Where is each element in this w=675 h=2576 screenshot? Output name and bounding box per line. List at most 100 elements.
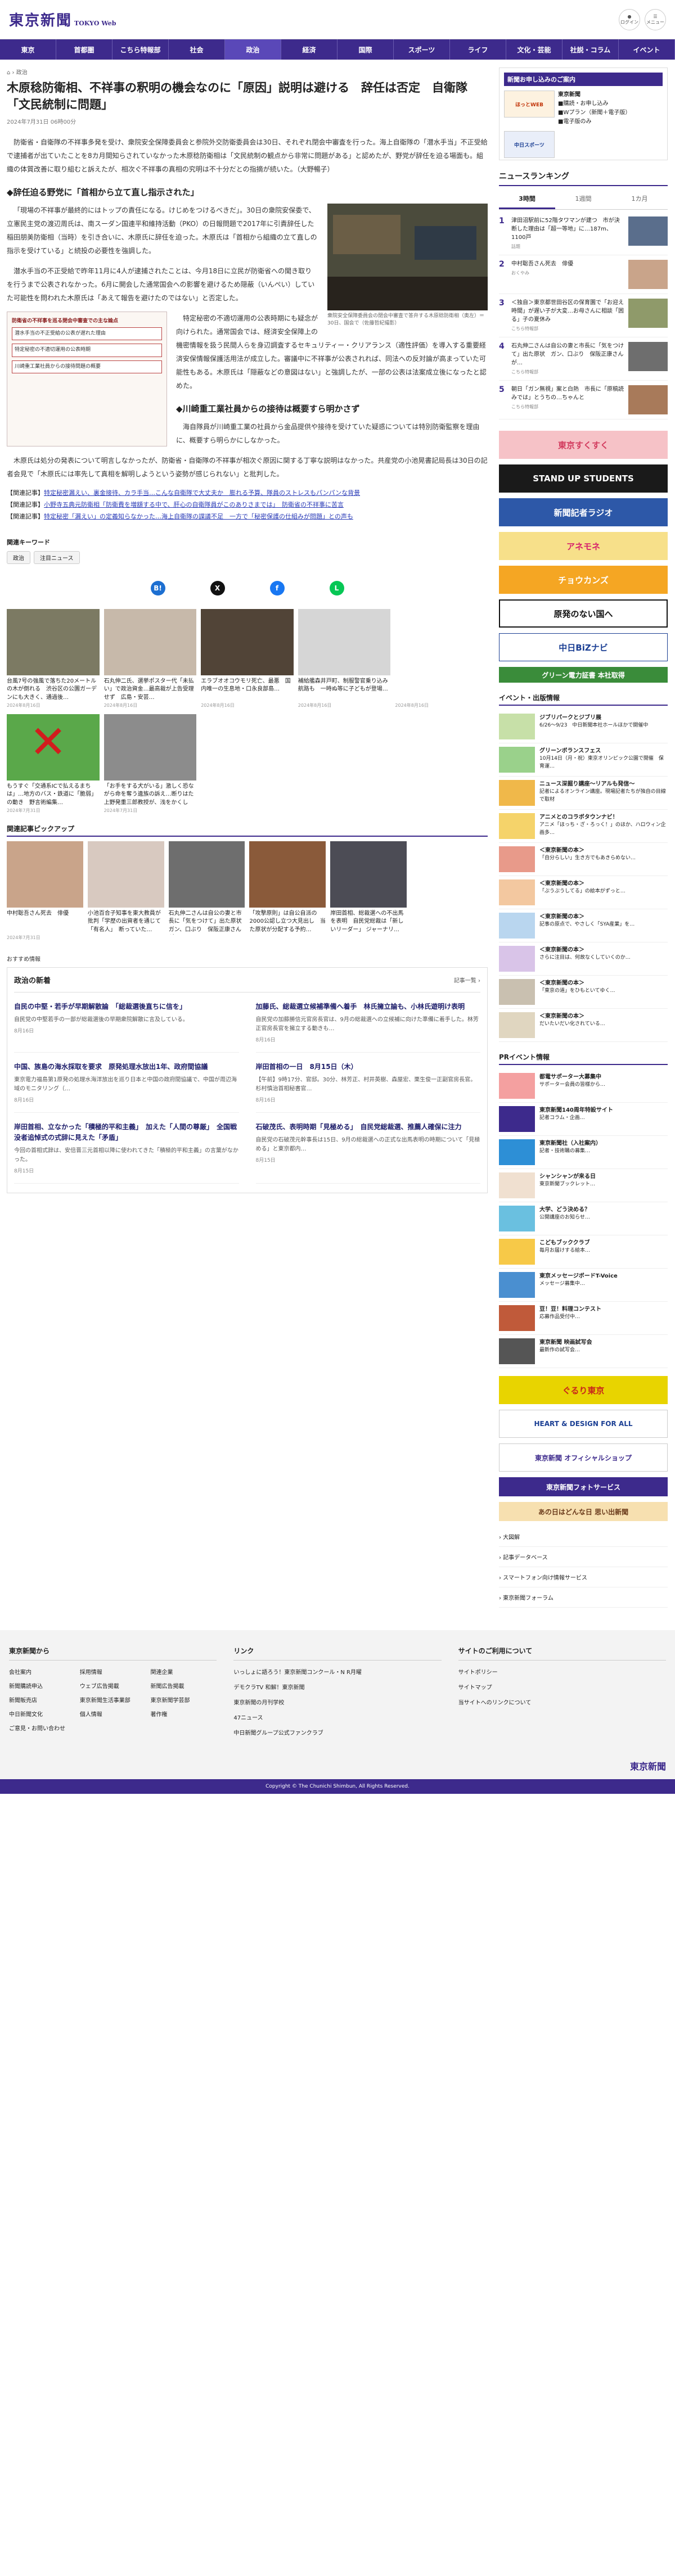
- footer-link[interactable]: 新聞販売店: [9, 1695, 75, 1704]
- recommend-card[interactable]: 台風7号の強風で落ちた20メートルの木が倒れる 渋谷区の公園ガーデンにも大きく、…: [7, 608, 100, 709]
- related-link[interactable]: 特定秘密漏えい、裏金接待、カラ手当…こんな自衛隊で大丈夫か 膨れる予算、隊員のス…: [44, 489, 360, 497]
- footer-link[interactable]: 東京新聞の月刊学校: [233, 1698, 441, 1706]
- nav-item-life[interactable]: ライフ: [450, 39, 506, 60]
- x-icon[interactable]: X: [210, 580, 225, 595]
- news-item[interactable]: 岸田首相、立なかった「積極的平和主義」 加えた「人間の尊厳」 全国戦没者追悼式の…: [14, 1113, 239, 1184]
- ranking-item[interactable]: 3 ＜独自＞東京都世田谷区の保育園で「お迎え時間」が遅い子が大変…お母さんに相談「…: [499, 294, 668, 337]
- pickup-card[interactable]: 中村聡吾さん死去 俳優 2024年7月31日: [7, 841, 83, 941]
- footer-link[interactable]: 関連企業: [151, 1667, 217, 1676]
- footer-link[interactable]: 当サイトへのリンクについて: [458, 1698, 666, 1706]
- event-item[interactable]: ニュース深掘り講座〜リアルも発信〜 記者によるオンライン講座。現場記者たちが独自の…: [499, 777, 668, 810]
- hatena-icon[interactable]: B!: [150, 580, 165, 595]
- pr-item[interactable]: 都電サポーター大募集中 サポーター会員の皆様から…: [499, 1070, 668, 1103]
- event-item[interactable]: アニメとのコラボタウンナビ！ アニメ「ほっち・ざ・ろっく！」のほか、ハロウィン企画…: [499, 810, 668, 843]
- keyword-tag[interactable]: 注目ニュース: [34, 551, 80, 564]
- footer-link[interactable]: サイトポリシー: [458, 1667, 666, 1676]
- banner-standup[interactable]: STAND UP STUDENTS: [499, 464, 668, 493]
- ranking-item[interactable]: 1 津田沼駅前に52階タワマンが建つ 市が決断した理由は「超一等地」に…187m、…: [499, 212, 668, 255]
- nav-item-politics[interactable]: 政治: [225, 39, 281, 60]
- nav-item-event[interactable]: イベント: [619, 39, 675, 60]
- news-item[interactable]: 岸田首相の一日 8月15日（木） 【午前】9時17分、官邸。30分、林芳正、村井英…: [255, 1053, 480, 1113]
- news-more-link[interactable]: 記事一覧 ›: [454, 976, 480, 984]
- nav-item-tokyo[interactable]: 東京: [0, 39, 56, 60]
- tab-1m[interactable]: 1カ月: [611, 190, 668, 209]
- banner-radio[interactable]: 新聞記者ラジオ: [499, 498, 668, 526]
- banner-heart-design[interactable]: HEART & DESIGN FOR ALL: [499, 1410, 668, 1438]
- pickup-card[interactable]: 石丸伸二さんは自公の妻と市長に「気をつけて」出た原状 ガン、口ぶり 保阪正康さん…: [168, 841, 245, 941]
- recommend-card[interactable]: エラブオオコウモリ死亡、最悪 国内唯一の生息地・口永良部島… 2024年8月16日: [201, 608, 294, 709]
- user-icon[interactable]: ● ログイン: [619, 8, 640, 30]
- footer-link[interactable]: ご意見・お問い合わせ: [9, 1724, 75, 1732]
- side-link[interactable]: › 大図解: [499, 1527, 668, 1547]
- footer-link[interactable]: 東京新聞生活事業部: [80, 1695, 146, 1704]
- side-link[interactable]: › スマートフォン向け情報サービス: [499, 1567, 668, 1587]
- ranking-item[interactable]: 2 中村聡吾さん死去 俳優 おくやみ: [499, 255, 668, 294]
- footer-link[interactable]: 採用情報: [80, 1667, 146, 1676]
- footer-link[interactable]: 個人情報: [80, 1709, 146, 1718]
- article-photo[interactable]: 衆院安全保障委員会の閉会中審査で答弁する木原稔防衛相（奥左）＝30日、国会で（佐…: [327, 203, 488, 328]
- banner-green[interactable]: グリーン電力証書 本社取得: [499, 667, 668, 683]
- footer-link[interactable]: ウェブ広告掲載: [80, 1681, 146, 1690]
- recommend-card[interactable]: 石丸伸二氏、選挙ポスター代「未払い」で政治資金…最高裁が上告受理せず 広島・安芸…: [104, 608, 197, 709]
- banner-shop[interactable]: 東京新聞 オフィシャルショップ: [499, 1443, 668, 1472]
- footer-link[interactable]: いっしょに語ろう！東京新聞コンクール・N R月曜: [233, 1667, 441, 1676]
- banner-anemone[interactable]: アネモネ: [499, 532, 668, 560]
- event-item[interactable]: ＜東京新聞の本＞ 「東京の道」をひもといてゆく…: [499, 976, 668, 1009]
- tab-3h[interactable]: 3時間: [499, 190, 555, 209]
- nav-item-economy[interactable]: 経済: [281, 39, 338, 60]
- tab-1w[interactable]: 1週間: [555, 190, 611, 209]
- pr-item[interactable]: 東京新聞社（入社案内） 記者・技術職の募集…: [499, 1136, 668, 1169]
- event-item[interactable]: ＜東京新聞の本＞ 「ぷうぷうしてる」の絵本がずっと…: [499, 876, 668, 909]
- side-link[interactable]: › 記事データベース: [499, 1547, 668, 1567]
- nav-item-shutoken[interactable]: 首都圏: [56, 39, 112, 60]
- event-item[interactable]: グリーンボランスフェス 10月14日（月・祝）東京オリンピック公園で開催 保育運…: [499, 743, 668, 777]
- subscribe-banner[interactable]: 新聞お申し込みのご案内 ほっとWEB 東京新聞 ■購読・お申し込み ■Wプラン（新聞…: [499, 67, 668, 160]
- banner-photo[interactable]: 東京新聞フォトサービス: [499, 1477, 668, 1496]
- footer-link[interactable]: 新聞購読申込: [9, 1681, 75, 1690]
- banner-gururi[interactable]: ぐるり東京: [499, 1376, 668, 1404]
- recommend-card[interactable]: 補給艦森井戸町、制服警官乗り込み航路も 一時ぬ等に子どもが登場… 2024年8月1…: [298, 608, 391, 709]
- pr-item[interactable]: シャンシャンが来る日 東京新聞ブックレット…: [499, 1169, 668, 1202]
- event-item[interactable]: ＜東京新聞の本＞ 記事の原点で、やさしく「SYA産業」を…: [499, 909, 668, 942]
- side-link[interactable]: › 東京新聞フォーラム: [499, 1587, 668, 1608]
- pr-item[interactable]: 東京新聞 映画試写会 最新作の試写会…: [499, 1335, 668, 1368]
- nav-item-culture[interactable]: 文化・芸能: [506, 39, 562, 60]
- nav-item-sports[interactable]: スポーツ: [394, 39, 450, 60]
- pr-item[interactable]: 東京メッセージボードT-Voice メッセージ募集中…: [499, 1269, 668, 1302]
- nav-item-society[interactable]: 社会: [169, 39, 225, 60]
- site-logo[interactable]: 東京新聞 TOKYO Web: [9, 9, 116, 30]
- footer-link[interactable]: 著作権: [151, 1709, 217, 1718]
- nav-item-editorial[interactable]: 社説・コラム: [562, 39, 619, 60]
- footer-link[interactable]: 中日新聞グループ公式ファンクラブ: [233, 1728, 441, 1736]
- pr-item[interactable]: 大学、どう決める？ 公開講座のお知らせ…: [499, 1202, 668, 1235]
- breadcrumb[interactable]: ⌂ › 政治: [7, 67, 488, 76]
- footer-link[interactable]: サイトマップ: [458, 1682, 666, 1691]
- footer-link[interactable]: 会社案内: [9, 1667, 75, 1676]
- article-diagram[interactable]: 防衛省の不祥事を巡る閉会中審査での主な論点 潜水手当の不正受給の公表が遅れた理由…: [7, 311, 167, 446]
- banner-omoide[interactable]: あの日はどんな日 思い出新聞: [499, 1502, 668, 1521]
- ranking-item[interactable]: 4 石丸伸二さんは自公の妻と市長に「気をつけて」出た原状 ガン、口ぶり 保阪正康さ…: [499, 337, 668, 381]
- keyword-tag[interactable]: 政治: [7, 551, 30, 564]
- related-link[interactable]: 小野寺五典元防衛相「防衛費を増額する中で、肝心の自衛隊員がこのありさまでは」 防…: [44, 501, 344, 508]
- footer-link[interactable]: 東京新聞学芸部: [151, 1695, 217, 1704]
- pr-item[interactable]: 東京新聞140周年特設サイト 記者コラム・企画…: [499, 1103, 668, 1136]
- pickup-card[interactable]: 「攻撃原則」は自公自派の2000公認し立つ大見出し 当た原状が分配する予約…: [249, 841, 326, 941]
- recommend-card[interactable]: 「お手をする犬がいる」激しく恐ながら命を奪う遺族の訴え…断りはた上野発重三郎教授…: [104, 714, 197, 814]
- news-item[interactable]: 中国、族島の海水採取を要求 原発処理水放出1年、政府間協議 東京電力福島第1原発の…: [14, 1053, 239, 1113]
- event-item[interactable]: ジブリパークとジブリ展 6/26〜9/23 中日新聞本社ホールほかで開催中: [499, 710, 668, 743]
- facebook-icon[interactable]: f: [269, 580, 285, 595]
- ranking-item[interactable]: 5 朝日「ガン無視」案と白熱 市長に「原稿読みでは」とうちの…ちゃんと こちら特報部: [499, 381, 668, 419]
- banner-biznavi[interactable]: 中日BiZナビ: [499, 633, 668, 661]
- news-item[interactable]: 自民の中堅・若手が早期解散論 「総裁選後直ちに信を」 自民党の中堅若手の一部が総裁…: [14, 992, 239, 1053]
- banner-choukanzu[interactable]: チョウカンズ: [499, 566, 668, 594]
- footer-link[interactable]: 新聞広告掲載: [151, 1681, 217, 1690]
- footer-logo[interactable]: 東京新聞: [0, 1752, 675, 1779]
- menu-icon[interactable]: ☰ メニュー: [645, 8, 666, 30]
- pr-item[interactable]: こどもブッククラブ 毎月お届けする絵本…: [499, 1235, 668, 1269]
- event-item[interactable]: ＜東京新聞の本＞ さらに注目は、何故なくしていくのか…: [499, 942, 668, 976]
- banner-sukusuku[interactable]: 東京すくすく: [499, 431, 668, 459]
- event-item[interactable]: ＜東京新聞の本＞ だいたいだい化されている…: [499, 1009, 668, 1042]
- related-link[interactable]: 特定秘密「漏えい」の定義知らなかった…海上自衛隊の諜議不足 一方で「秘密保護の仕…: [44, 513, 353, 520]
- recommend-card[interactable]: 2024年8月16日: [395, 608, 488, 709]
- event-item[interactable]: ＜東京新聞の本＞ 「自分らしい」生き方でもあきらめない…: [499, 843, 668, 876]
